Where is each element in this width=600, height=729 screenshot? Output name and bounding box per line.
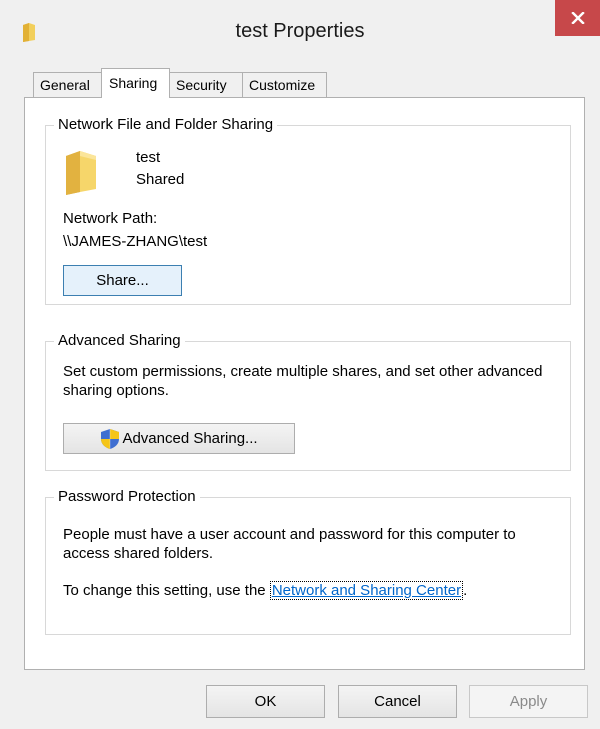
window-title: test Properties — [235, 20, 365, 42]
network-path-value: \\JAMES-ZHANG\test — [63, 233, 208, 250]
network-sharing-center-link[interactable]: Network and Sharing Center — [269, 581, 464, 600]
network-path-label: Network Path: — [63, 210, 158, 227]
advanced-sharing-group: Advanced Sharing Set custom permissions,… — [45, 332, 571, 471]
uac-shield-icon — [100, 428, 120, 450]
title-bar: test Properties — [0, 0, 600, 54]
password-protection-group: Password Protection People must have a u… — [45, 488, 571, 635]
network-sharing-group: Network File and Folder Sharing test Sha… — [45, 116, 571, 305]
change-setting-text: To change this setting, use the Network … — [63, 581, 468, 600]
tab-general[interactable]: General — [33, 72, 102, 97]
tab-security[interactable]: Security — [169, 72, 243, 97]
group-label-advanced-sharing: Advanced Sharing — [54, 332, 185, 350]
share-button[interactable]: Share... — [63, 265, 182, 296]
advanced-sharing-button[interactable]: Advanced Sharing... — [63, 423, 295, 454]
tab-sharing[interactable]: Sharing — [101, 68, 170, 98]
ok-button[interactable]: OK — [206, 685, 325, 718]
password-protection-description: People must have a user account and pass… — [63, 526, 516, 562]
cancel-button[interactable]: Cancel — [338, 685, 457, 718]
group-label-network-sharing: Network File and Folder Sharing — [54, 116, 278, 134]
close-button[interactable] — [555, 0, 600, 36]
change-setting-prefix: To change this setting, use the — [63, 582, 270, 599]
shared-folder-icon — [63, 148, 103, 196]
tab-strip: General Sharing Security Customize — [33, 68, 327, 98]
close-icon — [570, 12, 585, 24]
folder-name: test — [136, 149, 161, 166]
folder-share-status: Shared — [136, 171, 185, 188]
advanced-sharing-description: Set custom permissions, create multiple … — [63, 363, 543, 399]
change-setting-suffix: . — [463, 582, 468, 599]
group-label-password-protection: Password Protection — [54, 488, 200, 506]
properties-dialog: test Properties General Sharing Security… — [0, 0, 600, 729]
advanced-sharing-button-label: Advanced Sharing... — [122, 430, 258, 447]
apply-button[interactable]: Apply — [469, 685, 588, 718]
tab-customize[interactable]: Customize — [242, 72, 327, 97]
